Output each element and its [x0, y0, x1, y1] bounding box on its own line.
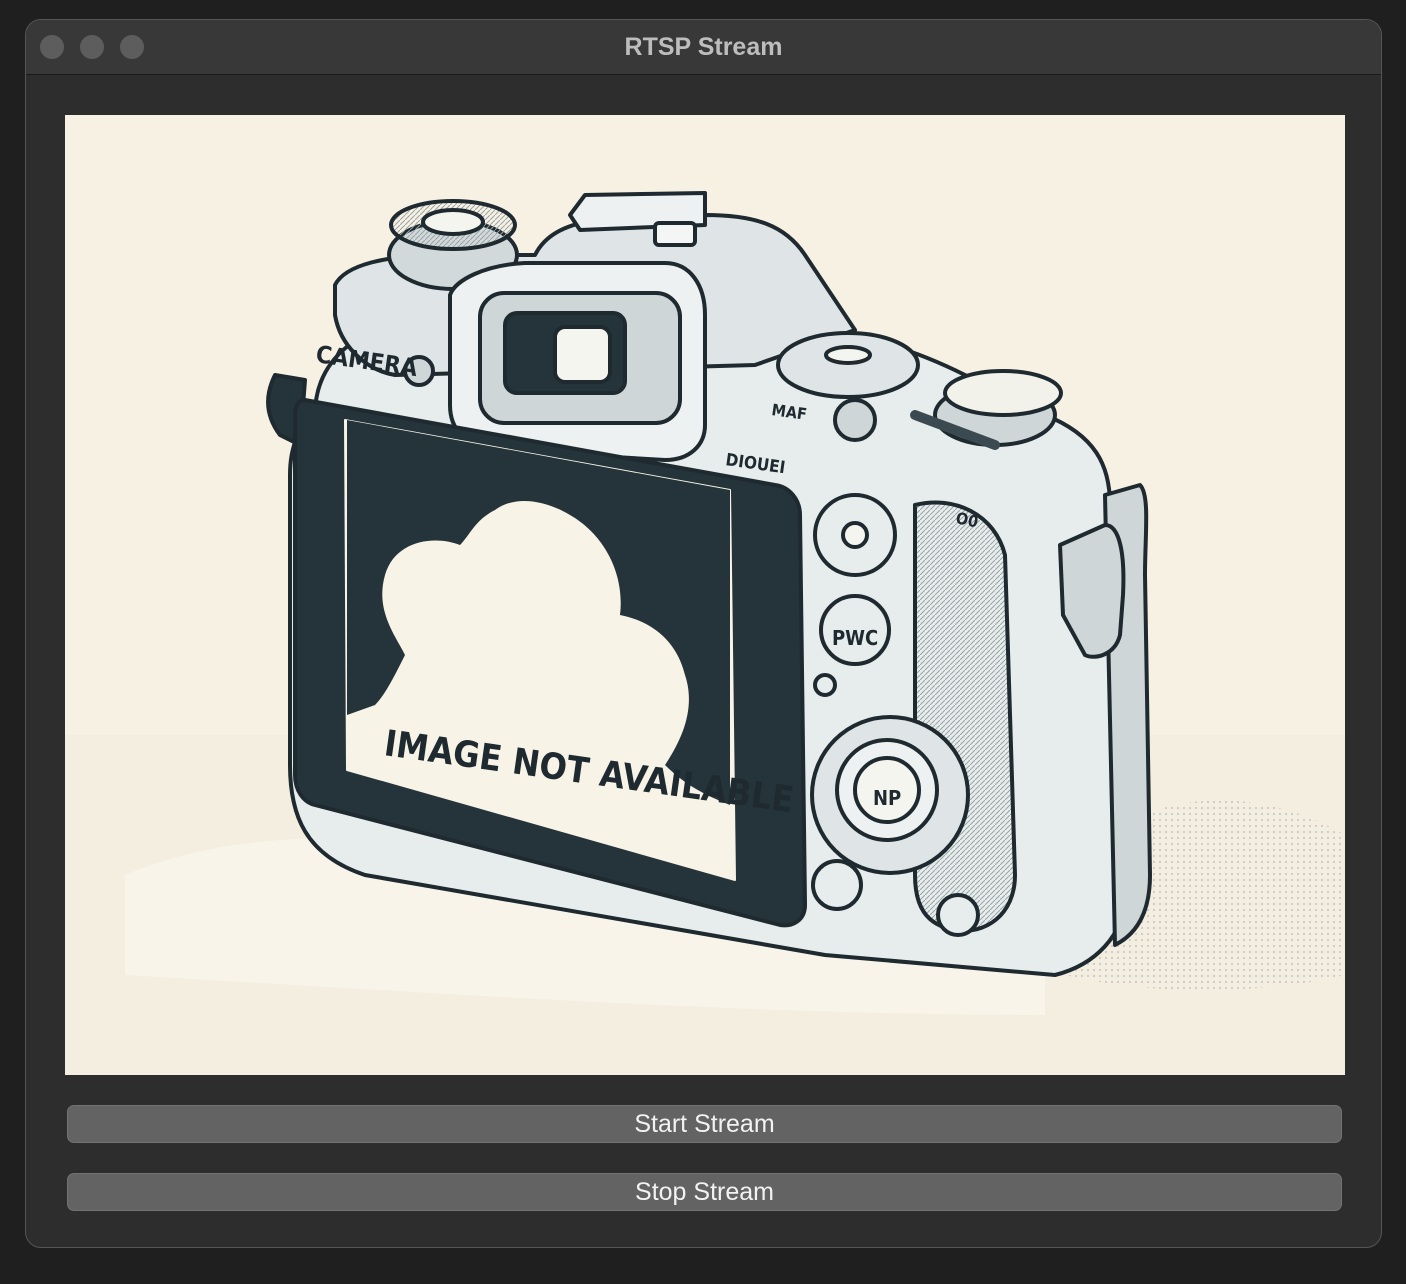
- start-stream-button[interactable]: Start Stream: [67, 1105, 1342, 1143]
- window-title: RTSP Stream: [624, 33, 783, 61]
- stream-preview: CAMERA IMAGE NOT AVAILABLE DIOUEI PWC NP…: [65, 115, 1345, 1075]
- pwc-button-label: PWC: [832, 626, 878, 650]
- stop-stream-button[interactable]: Stop Stream: [67, 1173, 1342, 1211]
- app-window: RTSP Stream CAMERA IMAGE NOT AVAILABLE D…: [25, 19, 1382, 1248]
- camera-illustration-icon: CAMERA IMAGE NOT AVAILABLE DIOUEI PWC NP…: [65, 115, 1345, 1075]
- np-button-label: NP: [873, 786, 901, 810]
- title-bar: RTSP Stream: [26, 20, 1381, 75]
